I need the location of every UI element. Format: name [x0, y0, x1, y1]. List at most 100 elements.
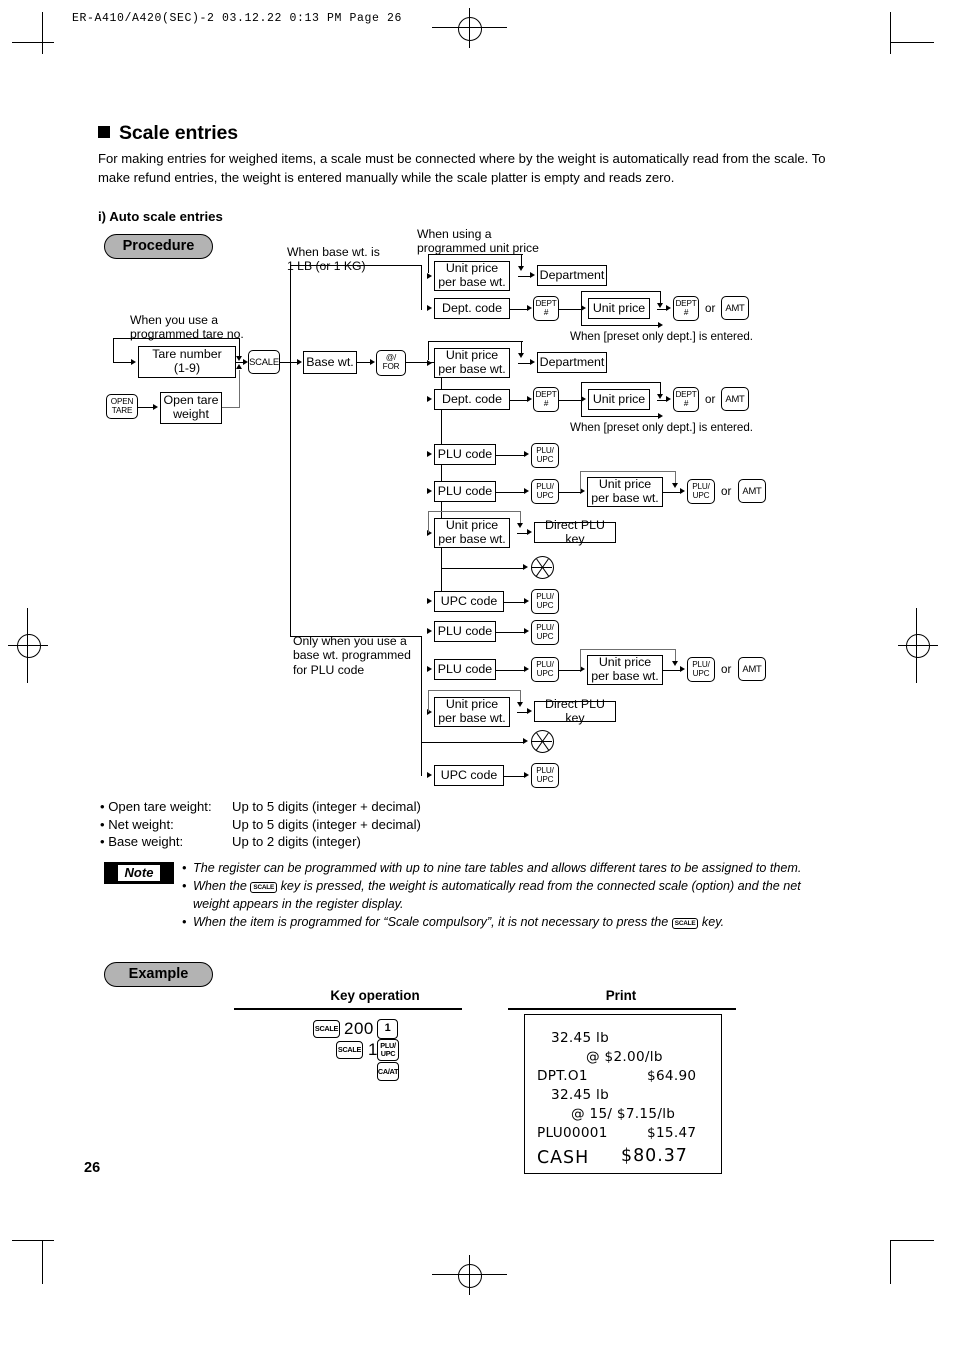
key-dept-hash-1a[interactable]: DEPT # [533, 296, 559, 321]
line-tare-bypass-top [113, 338, 240, 340]
arrow-r1-to-dept [530, 272, 535, 278]
receipt-line-8: $15.47 [647, 1125, 697, 1141]
key-dept-hash-2b[interactable]: DEPT # [673, 387, 699, 412]
arrow-r1-up-to-key [666, 305, 671, 311]
receipt-line-1: 32.45 lb [551, 1030, 610, 1046]
arrow-r6-to-symbol [523, 564, 528, 570]
arrow-r2-preset [658, 412, 663, 419]
box-tare-number: Tare number (1-9) [138, 346, 236, 378]
arrow-r2-deptcode [427, 396, 432, 402]
key-scale-main[interactable]: SCALE [248, 350, 280, 374]
key-dept-hash-1b[interactable]: DEPT # [673, 296, 699, 321]
line-tare-bypass-right [239, 338, 241, 358]
note-badge-label: Note [117, 865, 161, 881]
box-plu-code-1: PLU code [434, 444, 496, 465]
b1-to-key [496, 631, 525, 633]
reg-circle-bottom [458, 1264, 482, 1288]
example-key-scale-2[interactable]: SCALE [336, 1041, 363, 1059]
key-dept-hash-2a-line2: # [543, 398, 549, 408]
box-department-1: Department [537, 265, 607, 286]
key-amt-1-label: AMT [725, 301, 745, 313]
or-label-3: or [721, 485, 732, 498]
crop-mark-tr-h [890, 42, 934, 44]
arrow-b1-plucode [427, 628, 432, 634]
key-plu-upc-5b-line2: UPC [692, 668, 710, 678]
key-plu-upc-5b[interactable]: PLU/ UPC [687, 657, 715, 682]
crop-mark-br-h [890, 1240, 934, 1242]
example-key-scale-1[interactable]: SCALE [313, 1020, 340, 1038]
crop-mark-br-v [890, 1240, 892, 1284]
spec-value-1: Up to 5 digits (integer + decimal) [232, 799, 421, 814]
key-amt-4[interactable]: AMT [738, 657, 766, 681]
arrow-b2-bypass [672, 661, 678, 666]
reg-circle-left [17, 634, 41, 658]
key-amt-2[interactable]: AMT [721, 387, 749, 411]
example-key-ca-at[interactable]: CA/AT [377, 1062, 399, 1081]
note-item-1: The register can be programmed with up t… [193, 860, 831, 877]
arrow-b4-to-symbol [523, 738, 528, 744]
key-plu-upc-1[interactable]: PLU/ UPC [531, 443, 559, 468]
key-plu-upc-3[interactable]: PLU/ UPC [531, 589, 559, 614]
crop-mark-tr-v [890, 12, 892, 54]
print-title: Print [605, 988, 637, 1003]
key-amt-2-label: AMT [725, 392, 745, 404]
example-number-200: 200 [344, 1019, 374, 1038]
arrow-r7-upccode [427, 598, 432, 604]
key-amt-3[interactable]: AMT [738, 479, 766, 503]
trunk-top-right [421, 265, 423, 310]
r1-up-bypass-top [581, 291, 661, 293]
r1-preset-h [581, 325, 659, 327]
arrow-r1-deptcode [427, 305, 432, 311]
arrow-r1-deptcode-to-key [527, 305, 532, 311]
box-upc-code-2: UPC code [434, 765, 504, 786]
key-plu-upc-4[interactable]: PLU/ UPC [531, 620, 559, 645]
r1-bypass-left [428, 254, 430, 273]
page-title: Scale entries [98, 122, 238, 145]
receipt-line-3: DPT.O1 [537, 1068, 588, 1084]
note-badge: Note [104, 862, 174, 884]
key-dept-hash-1b-line2: # [683, 307, 689, 317]
spec-key-3: • Base weight: [100, 834, 184, 850]
inline-scale-key-2: SCALE [671, 917, 699, 929]
arrow-r3-to-key [524, 451, 529, 457]
crop-mark-tl-h [12, 42, 54, 44]
r4-key-to-split [559, 491, 581, 493]
receipt-line-9: CASH [537, 1148, 590, 1168]
key-plu-upc-1-line2: UPC [536, 454, 554, 464]
b2-bypass-top [580, 649, 676, 651]
crop-mark-tl-v [42, 12, 44, 54]
receipt-line-10: $80.37 [621, 1146, 688, 1166]
page-number: 26 [84, 1160, 101, 1176]
box-direct-plu-key-1: Direct PLU key [534, 518, 616, 545]
key-operation-rule [234, 1008, 462, 1010]
key-plu-upc-5a-line2: UPC [536, 668, 554, 678]
key-amt-1[interactable]: AMT [721, 296, 749, 320]
arrow-b3-to-direct [527, 708, 532, 714]
b4-line-to-symbol [421, 741, 524, 743]
arrow-b5-upccode [427, 772, 432, 778]
box-base-wt: Base wt. [303, 351, 357, 374]
key-dept-hash-2a[interactable]: DEPT # [533, 387, 559, 412]
arrow-b2-up-to-key [680, 666, 685, 672]
receipt-line-7: PLU00001 [537, 1125, 608, 1141]
b3-bypass-top [428, 690, 521, 692]
label-preset-only-dept-1: When [preset only dept.] is entered. [570, 330, 754, 343]
key-at-for[interactable]: @/ FOR [376, 350, 406, 376]
key-plu-upc-3-line2: UPC [536, 600, 554, 610]
example-key-dept-1[interactable]: 1 [377, 1019, 398, 1039]
line-opentare-up-h [222, 407, 240, 409]
box-unit-price-per-base-wt-3: Unit price per base wt. [587, 477, 663, 507]
intro-paragraph: For making entries for weighed items, a … [98, 151, 826, 185]
note-item-1-text: The register can be programmed with up t… [193, 861, 802, 875]
example-key-plu-upc[interactable]: PLU/ UPC [377, 1039, 399, 1061]
note-item-2-after: key is pressed, the weight is automatica… [193, 879, 801, 911]
arrow-opentare-up [236, 364, 242, 369]
arrow-r1-preset [658, 321, 663, 328]
key-plu-upc-2a[interactable]: PLU/ UPC [531, 479, 559, 504]
key-plu-upc-5a[interactable]: PLU/ UPC [531, 657, 559, 682]
key-plu-upc-2b[interactable]: PLU/ UPC [687, 479, 715, 504]
key-plu-upc-6[interactable]: PLU/ UPC [531, 763, 559, 788]
print-header: ER-A410/A420(SEC)-2 03.12.22 0:13 PM Pag… [72, 12, 403, 25]
key-open-tare[interactable]: OPEN TARE [106, 394, 138, 419]
b5-to-key [504, 775, 525, 777]
